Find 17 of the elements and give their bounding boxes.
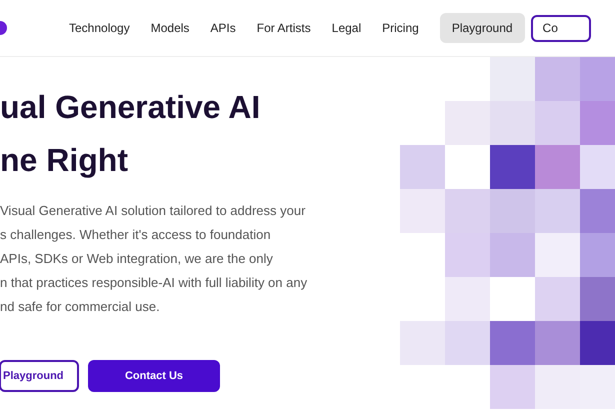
hero-description: nd safe for commercial use. bbox=[0, 298, 161, 316]
playground-button[interactable]: Playground bbox=[0, 360, 79, 392]
nav-link[interactable]: APIs bbox=[210, 13, 236, 43]
nav-link[interactable]: Models bbox=[150, 13, 190, 43]
hero-headline: ne Right bbox=[0, 141, 129, 180]
contact-button[interactable]: Co bbox=[530, 14, 591, 42]
nav-link[interactable]: For Artists bbox=[256, 13, 311, 43]
hero-description: Visual Generative AI solution tailored to address your bbox=[0, 202, 306, 220]
hero-description: s challenges. Whether it's access to foundation bbox=[0, 226, 272, 244]
contact-us-button[interactable]: Contact Us bbox=[88, 360, 220, 392]
nav-link[interactable]: Playground bbox=[440, 13, 525, 43]
hero-description: n that practices responsible-AI with full liability on any bbox=[0, 274, 308, 292]
nav-link[interactable]: Technology bbox=[69, 13, 130, 43]
nav-link[interactable]: Pricing bbox=[382, 13, 419, 43]
nav-link[interactable]: Legal bbox=[332, 13, 362, 43]
hero-headline: ual Generative AI bbox=[0, 88, 262, 127]
hero-description: APIs, SDKs or Web integration, we are the only bbox=[0, 250, 274, 268]
